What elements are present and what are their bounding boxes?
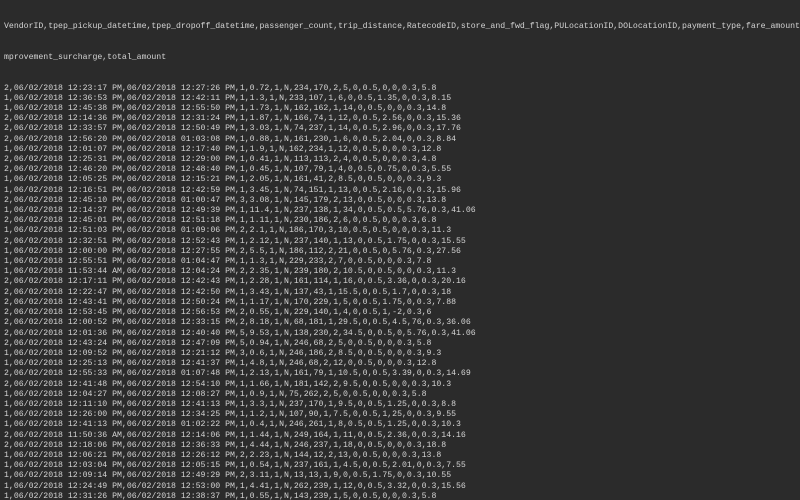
csv-row: 1,06/02/2018 12:14:37 PM,06/02/2018 12:4… <box>4 206 796 216</box>
csv-row: 2,06/02/2018 12:45:01 PM,06/02/2018 12:5… <box>4 216 796 226</box>
csv-row: 2,06/02/2018 12:43:41 PM,06/02/2018 12:5… <box>4 298 796 308</box>
csv-row: 1,06/02/2018 12:04:27 PM,06/02/2018 12:0… <box>4 390 796 400</box>
csv-row: 1,06/02/2018 12:25:13 PM,06/02/2018 12:4… <box>4 359 796 369</box>
csv-row: 2,06/02/2018 12:53:45 PM,06/02/2018 12:5… <box>4 308 796 318</box>
csv-row: 1,06/02/2018 12:16:51 PM,06/02/2018 12:4… <box>4 186 796 196</box>
csv-row: 2,06/02/2018 12:41:48 PM,06/02/2018 12:5… <box>4 380 796 390</box>
csv-row: 2,06/02/2018 11:50:36 AM,06/02/2018 12:1… <box>4 431 796 441</box>
csv-row: 1,06/02/2018 12:41:13 PM,06/02/2018 01:0… <box>4 420 796 430</box>
csv-row: 2,06/02/2018 12:22:47 PM,06/02/2018 12:4… <box>4 288 796 298</box>
csv-row: 2,06/02/2018 12:55:33 PM,06/02/2018 01:0… <box>4 369 796 379</box>
csv-row: 1,06/02/2018 12:36:53 PM,06/02/2018 12:4… <box>4 94 796 104</box>
csv-row: 1,06/02/2018 12:01:07 PM,06/02/2018 12:1… <box>4 145 796 155</box>
csv-row: 1,06/02/2018 12:03:04 PM,06/02/2018 12:0… <box>4 461 796 471</box>
csv-row: 1,06/02/2018 12:06:21 PM,06/02/2018 12:2… <box>4 451 796 461</box>
csv-row: 2,06/02/2018 12:23:17 PM,06/02/2018 12:2… <box>4 84 796 94</box>
csv-row: 1,06/02/2018 12:09:52 PM,06/02/2018 12:2… <box>4 349 796 359</box>
csv-row: 2,06/02/2018 12:01:36 PM,06/02/2018 12:4… <box>4 329 796 339</box>
csv-row: 1,06/02/2018 12:26:00 PM,06/02/2018 12:3… <box>4 410 796 420</box>
csv-row: 1,06/02/2018 12:55:51 PM,06/02/2018 01:0… <box>4 257 796 267</box>
csv-rows: 2,06/02/2018 12:23:17 PM,06/02/2018 12:2… <box>4 84 796 500</box>
csv-row: 1,06/02/2018 12:51:03 PM,06/02/2018 01:0… <box>4 226 796 236</box>
csv-row: 1,06/02/2018 12:09:14 PM,06/02/2018 12:4… <box>4 471 796 481</box>
csv-row: 2,06/02/2018 12:17:11 PM,06/02/2018 12:4… <box>4 277 796 287</box>
csv-row: 2,06/02/2018 12:46:20 PM,06/02/2018 12:4… <box>4 165 796 175</box>
csv-row: 2,06/02/2018 12:56:20 PM,06/02/2018 01:0… <box>4 135 796 145</box>
csv-row: 1,06/02/2018 12:31:26 PM,06/02/2018 12:3… <box>4 492 796 500</box>
csv-row: 2,06/02/2018 12:45:10 PM,06/02/2018 01:0… <box>4 196 796 206</box>
csv-row: 1,06/02/2018 12:45:38 PM,06/02/2018 12:5… <box>4 104 796 114</box>
csv-header-line-2: mprovement_surcharge,total_amount <box>4 53 796 63</box>
terminal-output: VendorID,tpep_pickup_datetime,tpep_dropo… <box>0 0 800 500</box>
csv-row: 1,06/02/2018 12:24:49 PM,06/02/2018 12:5… <box>4 482 796 492</box>
csv-row: 1,06/02/2018 11:53:44 AM,06/02/2018 12:0… <box>4 267 796 277</box>
csv-row: 2,06/02/2018 12:43:24 PM,06/02/2018 12:4… <box>4 339 796 349</box>
csv-header-line-1: VendorID,tpep_pickup_datetime,tpep_dropo… <box>4 22 796 32</box>
csv-row: 2,06/02/2018 12:32:51 PM,06/02/2018 12:5… <box>4 237 796 247</box>
csv-row: 2,06/02/2018 12:18:06 PM,06/02/2018 12:3… <box>4 441 796 451</box>
csv-row: 2,06/02/2018 12:33:57 PM,06/02/2018 12:5… <box>4 124 796 134</box>
csv-row: 1,06/02/2018 12:11:10 PM,06/02/2018 12:4… <box>4 400 796 410</box>
csv-row: 1,06/02/2018 12:05:25 PM,06/02/2018 12:1… <box>4 175 796 185</box>
csv-row: 2,06/02/2018 12:14:36 PM,06/02/2018 12:3… <box>4 114 796 124</box>
csv-row: 2,06/02/2018 12:00:52 PM,06/02/2018 12:3… <box>4 318 796 328</box>
csv-row: 2,06/02/2018 12:25:31 PM,06/02/2018 12:2… <box>4 155 796 165</box>
csv-row: 1,06/02/2018 12:00:00 PM,06/02/2018 12:2… <box>4 247 796 257</box>
